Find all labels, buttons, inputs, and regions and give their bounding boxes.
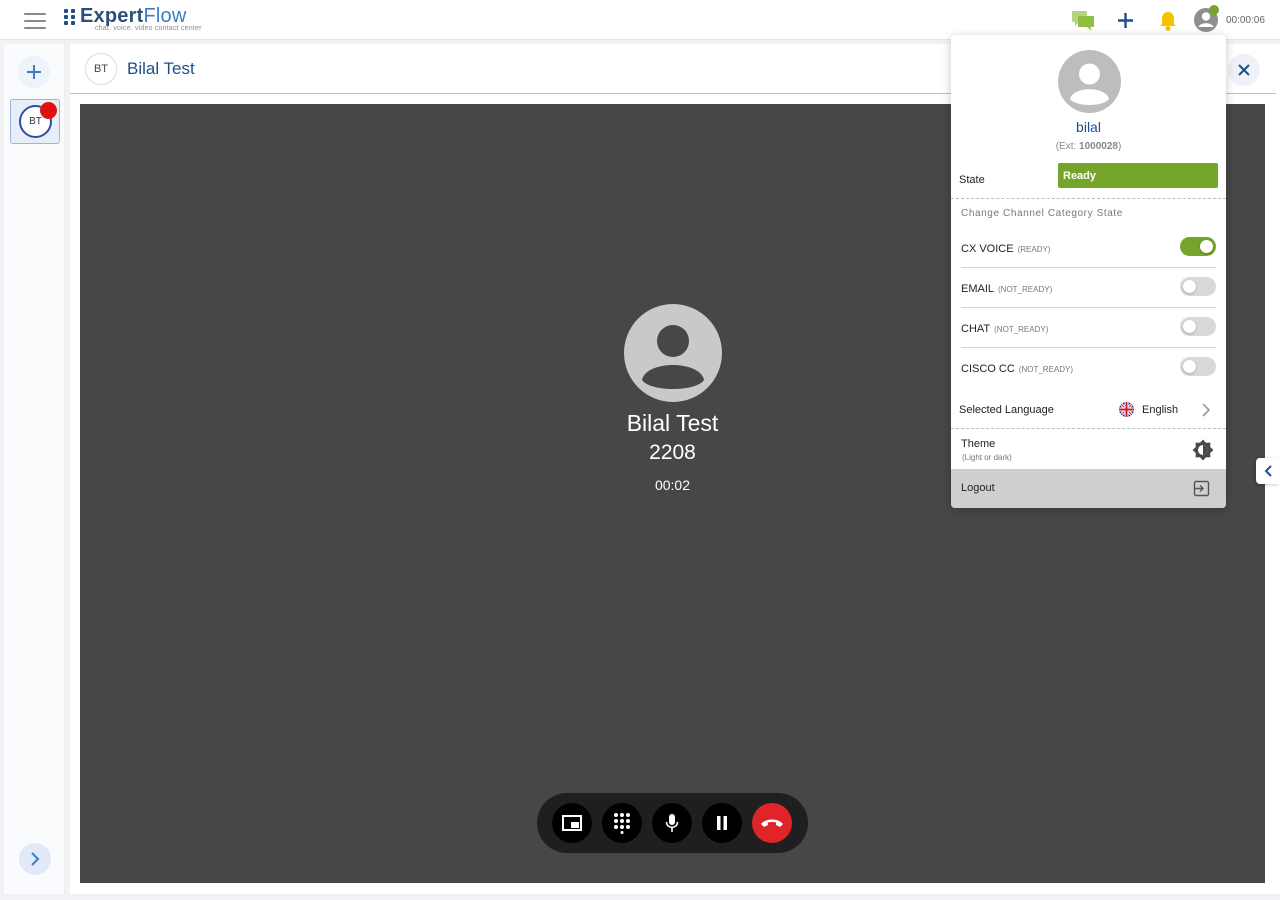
theme-toggle-icon[interactable]	[1192, 439, 1214, 466]
add-icon[interactable]	[1116, 11, 1135, 35]
left-rail: BT	[4, 44, 65, 894]
email-toggle[interactable]	[1180, 277, 1216, 296]
logo-text-primary: Expert	[80, 5, 144, 27]
dialpad-icon	[614, 813, 630, 834]
state-label: State	[959, 174, 985, 186]
session-timer: 00:00:06	[1226, 15, 1265, 26]
picture-in-picture-button[interactable]	[552, 803, 592, 843]
chevron-right-icon	[31, 852, 40, 866]
caller-avatar-icon	[624, 304, 722, 402]
logout-button[interactable]: Logout	[951, 469, 1226, 508]
chat-icon[interactable]	[1071, 10, 1095, 37]
side-panel-toggle[interactable]	[1256, 458, 1280, 484]
end-call-button[interactable]	[752, 803, 792, 843]
mute-button[interactable]	[652, 803, 692, 843]
divider	[951, 428, 1226, 429]
channel-row-cisco-cc: CISCO CC (NOT_READY)	[961, 348, 1216, 388]
logout-icon	[1193, 480, 1210, 502]
chat-toggle[interactable]	[1180, 317, 1216, 336]
hang-up-icon	[761, 819, 783, 827]
close-conversation-button[interactable]	[1228, 54, 1260, 86]
channel-name: CISCO CC	[961, 363, 1015, 375]
language-label: Selected Language	[959, 404, 1054, 416]
customer-name[interactable]: Bilal Test	[127, 59, 195, 79]
channel-state: (READY)	[1017, 245, 1051, 254]
picture-in-picture-icon	[562, 815, 582, 831]
logo-tagline: chat. voice. video contact center	[95, 25, 202, 32]
top-bar: ExpertFlow chat. voice. video contact ce…	[0, 0, 1280, 40]
logo-mark	[64, 9, 78, 25]
unread-badge	[40, 102, 57, 119]
channel-section-title: Change Channel Category State	[961, 208, 1123, 219]
close-icon	[1238, 64, 1250, 76]
logo-text-secondary: Flow	[143, 5, 187, 27]
profile-menu: bilal (Ext: 1000028) State Ready Change …	[951, 35, 1226, 508]
selected-language[interactable]: English	[1142, 404, 1178, 416]
channel-name: CHAT	[961, 323, 991, 335]
channel-state: (NOT_READY)	[1018, 365, 1074, 374]
dialpad-button[interactable]	[602, 803, 642, 843]
agent-state-dropdown[interactable]: Ready	[1058, 163, 1218, 188]
divider	[951, 198, 1226, 199]
profile-extension: (Ext: 1000028)	[1055, 141, 1122, 152]
menu-icon[interactable]	[24, 13, 46, 29]
call-controls	[537, 793, 808, 853]
pause-icon	[717, 816, 727, 830]
uk-flag-icon	[1119, 402, 1134, 417]
profile-avatar-icon	[1058, 50, 1121, 113]
plus-icon	[27, 65, 41, 79]
hold-button[interactable]	[702, 803, 742, 843]
notification-bell-icon[interactable]	[1158, 10, 1178, 37]
theme-label: Theme	[961, 438, 996, 450]
profile-username: bilal	[1076, 119, 1101, 135]
channel-row-cx-voice: CX VOICE (READY)	[961, 228, 1216, 268]
chevron-left-icon	[1264, 465, 1272, 477]
channel-row-chat: CHAT (NOT_READY)	[961, 308, 1216, 348]
channel-state: (NOT_READY)	[994, 325, 1049, 334]
customer-avatar: BT	[85, 53, 117, 85]
conversation-chip[interactable]: BT	[10, 99, 60, 144]
theme-sublabel: (Light or dark)	[962, 453, 1012, 462]
channel-row-email: EMAIL (NOT_READY)	[961, 268, 1216, 308]
new-conversation-button[interactable]	[18, 56, 50, 88]
cisco-cc-toggle[interactable]	[1180, 357, 1216, 376]
logout-label: Logout	[961, 482, 995, 494]
microphone-icon	[665, 814, 679, 832]
cx-voice-toggle[interactable]	[1180, 237, 1216, 256]
expand-rail-button[interactable]	[19, 843, 51, 875]
chevron-right-icon[interactable]	[1201, 403, 1211, 422]
channel-state: (NOT_READY)	[998, 285, 1053, 294]
channel-name: CX VOICE	[961, 243, 1014, 255]
channel-name: EMAIL	[961, 283, 995, 295]
